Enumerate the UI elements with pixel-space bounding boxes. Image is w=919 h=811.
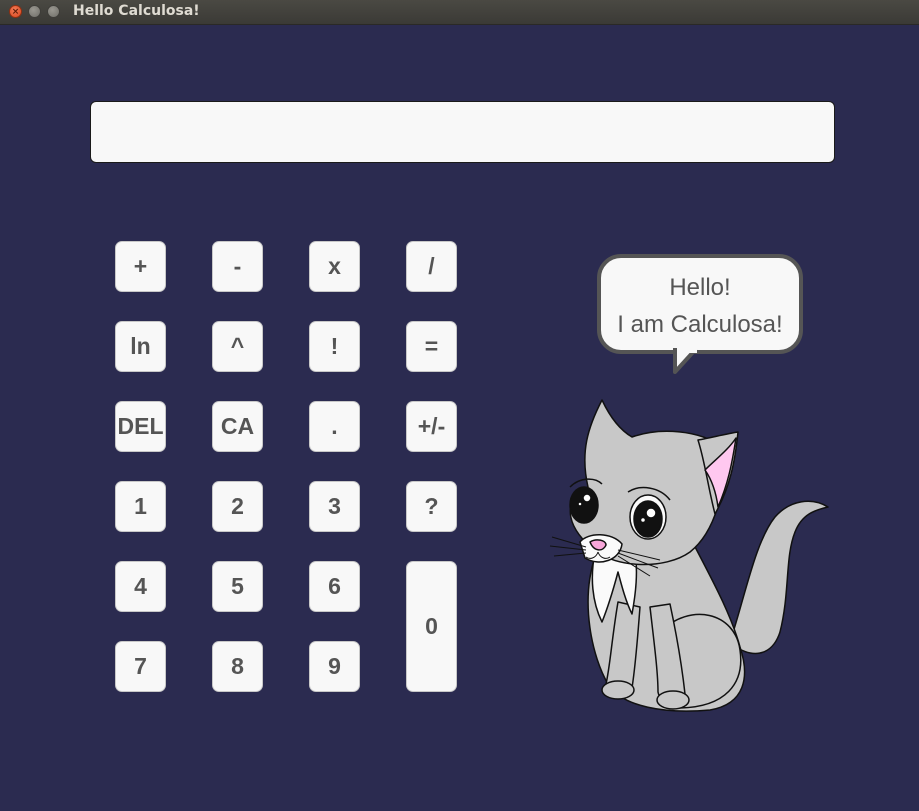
window-title: Hello Calculosa! xyxy=(73,3,200,19)
sign-toggle-button[interactable]: +/- xyxy=(406,401,457,452)
calculator-display[interactable] xyxy=(90,101,835,163)
title-bar: × Hello Calculosa! xyxy=(0,0,919,25)
divide-button[interactable]: / xyxy=(406,241,457,292)
plus-button[interactable]: + xyxy=(115,241,166,292)
equals-button[interactable]: = xyxy=(406,321,457,372)
speech-bubble: Hello! I am Calculosa! xyxy=(597,254,803,354)
digit-2-button[interactable]: 2 xyxy=(212,481,263,532)
bubble-greeting: Hello! xyxy=(669,274,731,301)
minimize-window-button[interactable] xyxy=(28,5,41,18)
close-window-button[interactable]: × xyxy=(9,5,22,18)
digit-9-button[interactable]: 9 xyxy=(309,641,360,692)
speech-bubble-tail xyxy=(673,348,697,374)
digit-5-button[interactable]: 5 xyxy=(212,561,263,612)
digit-7-button[interactable]: 7 xyxy=(115,641,166,692)
decimal-button[interactable]: . xyxy=(309,401,360,452)
digit-1-button[interactable]: 1 xyxy=(115,481,166,532)
digit-3-button[interactable]: 3 xyxy=(309,481,360,532)
digit-4-button[interactable]: 4 xyxy=(115,561,166,612)
multiply-button[interactable]: x xyxy=(309,241,360,292)
maximize-window-button[interactable] xyxy=(47,5,60,18)
clear-all-button[interactable]: CA xyxy=(212,401,263,452)
digit-0-button[interactable]: 0 xyxy=(406,561,457,692)
power-button[interactable]: ^ xyxy=(212,321,263,372)
ln-button[interactable]: ln xyxy=(115,321,166,372)
help-button[interactable]: ? xyxy=(406,481,457,532)
digit-6-button[interactable]: 6 xyxy=(309,561,360,612)
cat-mascot-icon xyxy=(549,399,829,712)
bubble-intro: I am Calculosa! xyxy=(617,311,783,338)
digit-8-button[interactable]: 8 xyxy=(212,641,263,692)
minus-button[interactable]: - xyxy=(212,241,263,292)
delete-button[interactable]: DEL xyxy=(115,401,166,452)
factorial-button[interactable]: ! xyxy=(309,321,360,372)
